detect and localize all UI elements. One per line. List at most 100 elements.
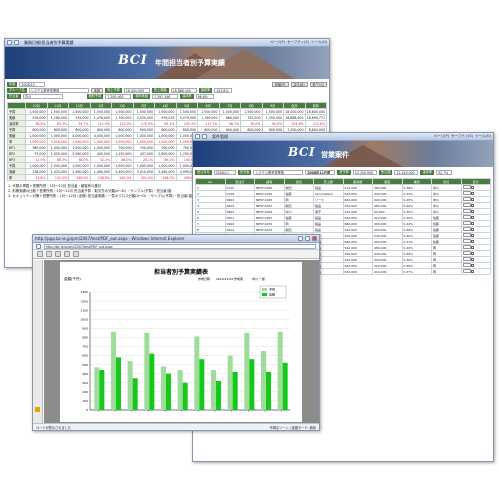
actual-bar — [99, 370, 105, 410]
menu-safety[interactable]: セーフティ(S) — [287, 40, 309, 45]
y-tick-label: 800 — [82, 336, 88, 340]
order-month-field[interactable]: 2008/11 — [213, 169, 236, 175]
pdf-viewer-window: http://ppp.bc-ie.jp/pm/2007/test/PDF_out… — [32, 234, 320, 431]
checkbox[interactable] — [471, 270, 475, 273]
pdf-left-panel — [33, 260, 43, 423]
forward-icon[interactable] — [202, 134, 207, 139]
print-button[interactable]: 印刷(P) — [271, 81, 289, 87]
category-select[interactable] — [462, 185, 471, 189]
back-icon[interactable] — [195, 134, 200, 139]
checkbox[interactable] — [471, 222, 475, 225]
checkbox[interactable] — [471, 240, 475, 243]
zoom-icon[interactable] — [64, 251, 70, 257]
group-field[interactable]: システム販売事業部 — [28, 87, 89, 93]
banner-title: 営業案件 — [321, 151, 349, 159]
dept-label: 担当者 — [237, 169, 252, 175]
checkbox[interactable] — [471, 258, 475, 261]
table-cell: 23.8% — [25, 174, 48, 181]
back-icon[interactable] — [36, 243, 41, 249]
category-select[interactable] — [462, 269, 471, 273]
person-field[interactable]: 中川 — [22, 93, 63, 99]
person-label: 担当者 — [7, 93, 21, 99]
actual-bar — [149, 353, 155, 410]
save-icon[interactable] — [37, 251, 43, 257]
quit-button[interactable]: 終了(Q) — [309, 81, 327, 87]
window-title: http://ppp.bc-ie.jp/pm/2007/test/PDF_out… — [35, 236, 185, 241]
menu-safety[interactable]: セーフティ(S) — [451, 134, 473, 139]
actual-bar — [166, 373, 171, 410]
back-icon[interactable] — [7, 40, 12, 45]
category-select[interactable] — [462, 215, 471, 219]
category-select[interactable] — [462, 263, 471, 267]
category-select[interactable] — [462, 239, 471, 243]
table-cell: 148.0% — [89, 174, 112, 181]
plan-bar — [227, 355, 233, 410]
category-select[interactable] — [462, 251, 471, 255]
checkbox[interactable] — [471, 186, 475, 189]
checkbox[interactable] — [471, 210, 475, 213]
checkbox[interactable] — [471, 216, 475, 219]
window-title: 業務日報(担当者別予算実績 — [24, 39, 74, 45]
category-select[interactable] — [462, 209, 471, 213]
app-banner: BCI 営業案件 — [193, 141, 493, 167]
profit-budget-value: 7,200,000 — [105, 93, 132, 99]
table-cell: 540,000 — [342, 268, 373, 275]
category-select[interactable] — [462, 221, 471, 225]
category-select[interactable] — [462, 233, 471, 237]
plan-bar — [211, 370, 216, 410]
checkbox[interactable] — [471, 192, 475, 195]
category-select[interactable] — [462, 257, 471, 261]
select-cell[interactable] — [460, 268, 491, 275]
y-tick-label: 300 — [82, 381, 88, 385]
profit-rate-value: 98.6% — [195, 93, 214, 99]
checkbox[interactable] — [471, 228, 475, 231]
legend-label: 実績 — [269, 292, 275, 297]
address-bar: http://bc-ie.jp/pm/2007/test/PDF_out.asp… — [33, 243, 319, 250]
checkbox[interactable] — [471, 246, 475, 249]
email-icon[interactable] — [55, 251, 61, 257]
table-cell: 240.0% — [111, 174, 134, 181]
table-cell: 0.37% — [401, 268, 432, 275]
y-tick-label: 100 — [82, 399, 88, 403]
search-icon[interactable] — [73, 251, 79, 257]
checkbox[interactable] — [471, 234, 475, 237]
menu-page[interactable]: ページ(P) — [434, 134, 449, 139]
checkbox[interactable] — [471, 252, 475, 255]
bci-logo: BCI — [118, 53, 148, 68]
forward-icon[interactable] — [14, 40, 19, 45]
dept-field[interactable]: システム販売事業部 — [253, 169, 304, 175]
category-select[interactable] — [462, 197, 471, 201]
category-select[interactable] — [462, 227, 471, 231]
minimize-icon[interactable] — [298, 236, 303, 241]
budget-actual-chart: 担当者別予算実績表金額(千円) 作成日時 2010/11/22 作成者 中川 一郎 0 10… — [64, 268, 290, 412]
form-row-1: 受注年月 2008/11 担当者 システム販売事業部 2008年11月度 売予算… — [193, 169, 493, 175]
category-select[interactable] — [462, 245, 471, 249]
category-select[interactable] — [462, 203, 471, 207]
fiscal-year-field[interactable]: 2008/10 — [19, 81, 46, 87]
summary-rate-value: 92.7% — [436, 169, 452, 175]
row-label: 率 — [7, 174, 26, 181]
checkbox[interactable] — [471, 204, 475, 207]
maximize-icon[interactable] — [305, 236, 310, 241]
menu-tools[interactable]: ツール(O) — [475, 134, 491, 139]
back-button[interactable]: 戻る(B) — [290, 81, 308, 87]
actual-bar — [249, 359, 255, 410]
checkbox[interactable] — [471, 264, 475, 267]
y-tick-label: 1000 — [80, 317, 88, 321]
print-icon[interactable] — [46, 251, 52, 257]
pages-icon[interactable] — [35, 407, 40, 412]
chart-meta-text: 中川 一郎 — [252, 276, 265, 281]
actual-bar — [282, 362, 288, 410]
actual-bar — [216, 380, 221, 410]
y-tick-label: 900 — [82, 327, 88, 331]
menu-page[interactable]: ページ(P) — [270, 40, 285, 45]
summary-orders-label: 受注額 — [378, 169, 393, 175]
menu-tools[interactable]: ツール(O) — [311, 40, 327, 45]
y-axis-label: 金額(千円) — [64, 276, 81, 281]
status-bar: ページが表示されました 不明なゾーン | 保護モード: 無効 — [33, 423, 319, 430]
close-icon[interactable] — [312, 236, 317, 241]
address-input[interactable]: http://bc-ie.jp/pm/2007/test/PDF_out.asp… — [44, 243, 316, 249]
head-office-button[interactable]: 本部 — [90, 87, 104, 93]
checkbox[interactable] — [471, 198, 475, 201]
category-select[interactable] — [462, 191, 471, 195]
